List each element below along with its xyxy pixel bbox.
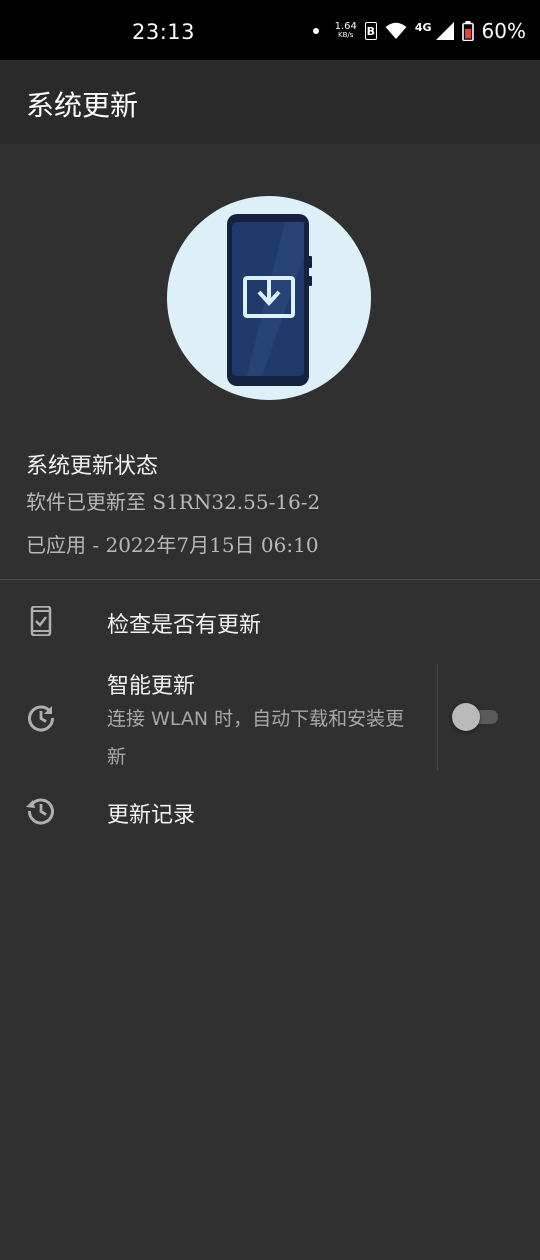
vertical-divider bbox=[437, 664, 438, 770]
b-badge-icon: B bbox=[364, 22, 377, 40]
refresh-clock-icon bbox=[28, 705, 55, 732]
app-bar: 系统更新 bbox=[0, 60, 540, 144]
network-speed-value: 1.64 bbox=[334, 21, 357, 32]
update-history-label: 更新记录 bbox=[107, 803, 196, 828]
phone-check-icon bbox=[30, 606, 52, 636]
software-version-text: 软件已更新至 S1RN32.55-16-2 bbox=[26, 490, 321, 514]
notification-dot-icon bbox=[312, 28, 319, 34]
smart-update-row[interactable]: 智能更新 连接 WLAN 时，自动下载和安装更新 bbox=[0, 660, 437, 772]
signal-icon bbox=[435, 22, 454, 40]
update-history-row[interactable]: 更新记录 bbox=[0, 780, 540, 844]
history-icon bbox=[26, 798, 54, 825]
wifi-icon bbox=[385, 22, 407, 39]
smart-update-description: 连接 WLAN 时，自动下载和安装更新 bbox=[107, 708, 405, 768]
status-bar: 23:13 1.64 KB/s B 4G 60% bbox=[0, 0, 540, 60]
section-divider bbox=[0, 579, 540, 580]
phone-download-icon bbox=[167, 196, 371, 400]
network-speed: 1.64 KB/s bbox=[335, 22, 357, 40]
battery-icon bbox=[461, 21, 474, 41]
toggle-thumb bbox=[452, 703, 480, 731]
network-speed-unit: KB/s bbox=[338, 31, 354, 39]
smart-update-toggle[interactable] bbox=[452, 702, 500, 732]
update-status-title: 系统更新状态 bbox=[26, 454, 159, 479]
battery-percent: 60% bbox=[481, 19, 526, 43]
applied-date-text: 已应用 - 2022年7月15日 06:10 bbox=[26, 533, 319, 557]
network-type: 4G bbox=[414, 20, 432, 34]
status-time: 23:13 bbox=[132, 20, 196, 44]
status-icons: 1.64 KB/s B 4G 60% bbox=[312, 18, 526, 44]
smart-update-label: 智能更新 bbox=[107, 674, 196, 699]
check-updates-label: 检查是否有更新 bbox=[107, 613, 262, 638]
check-updates-row[interactable]: 检查是否有更新 bbox=[0, 590, 540, 654]
page-title: 系统更新 bbox=[26, 89, 139, 122]
